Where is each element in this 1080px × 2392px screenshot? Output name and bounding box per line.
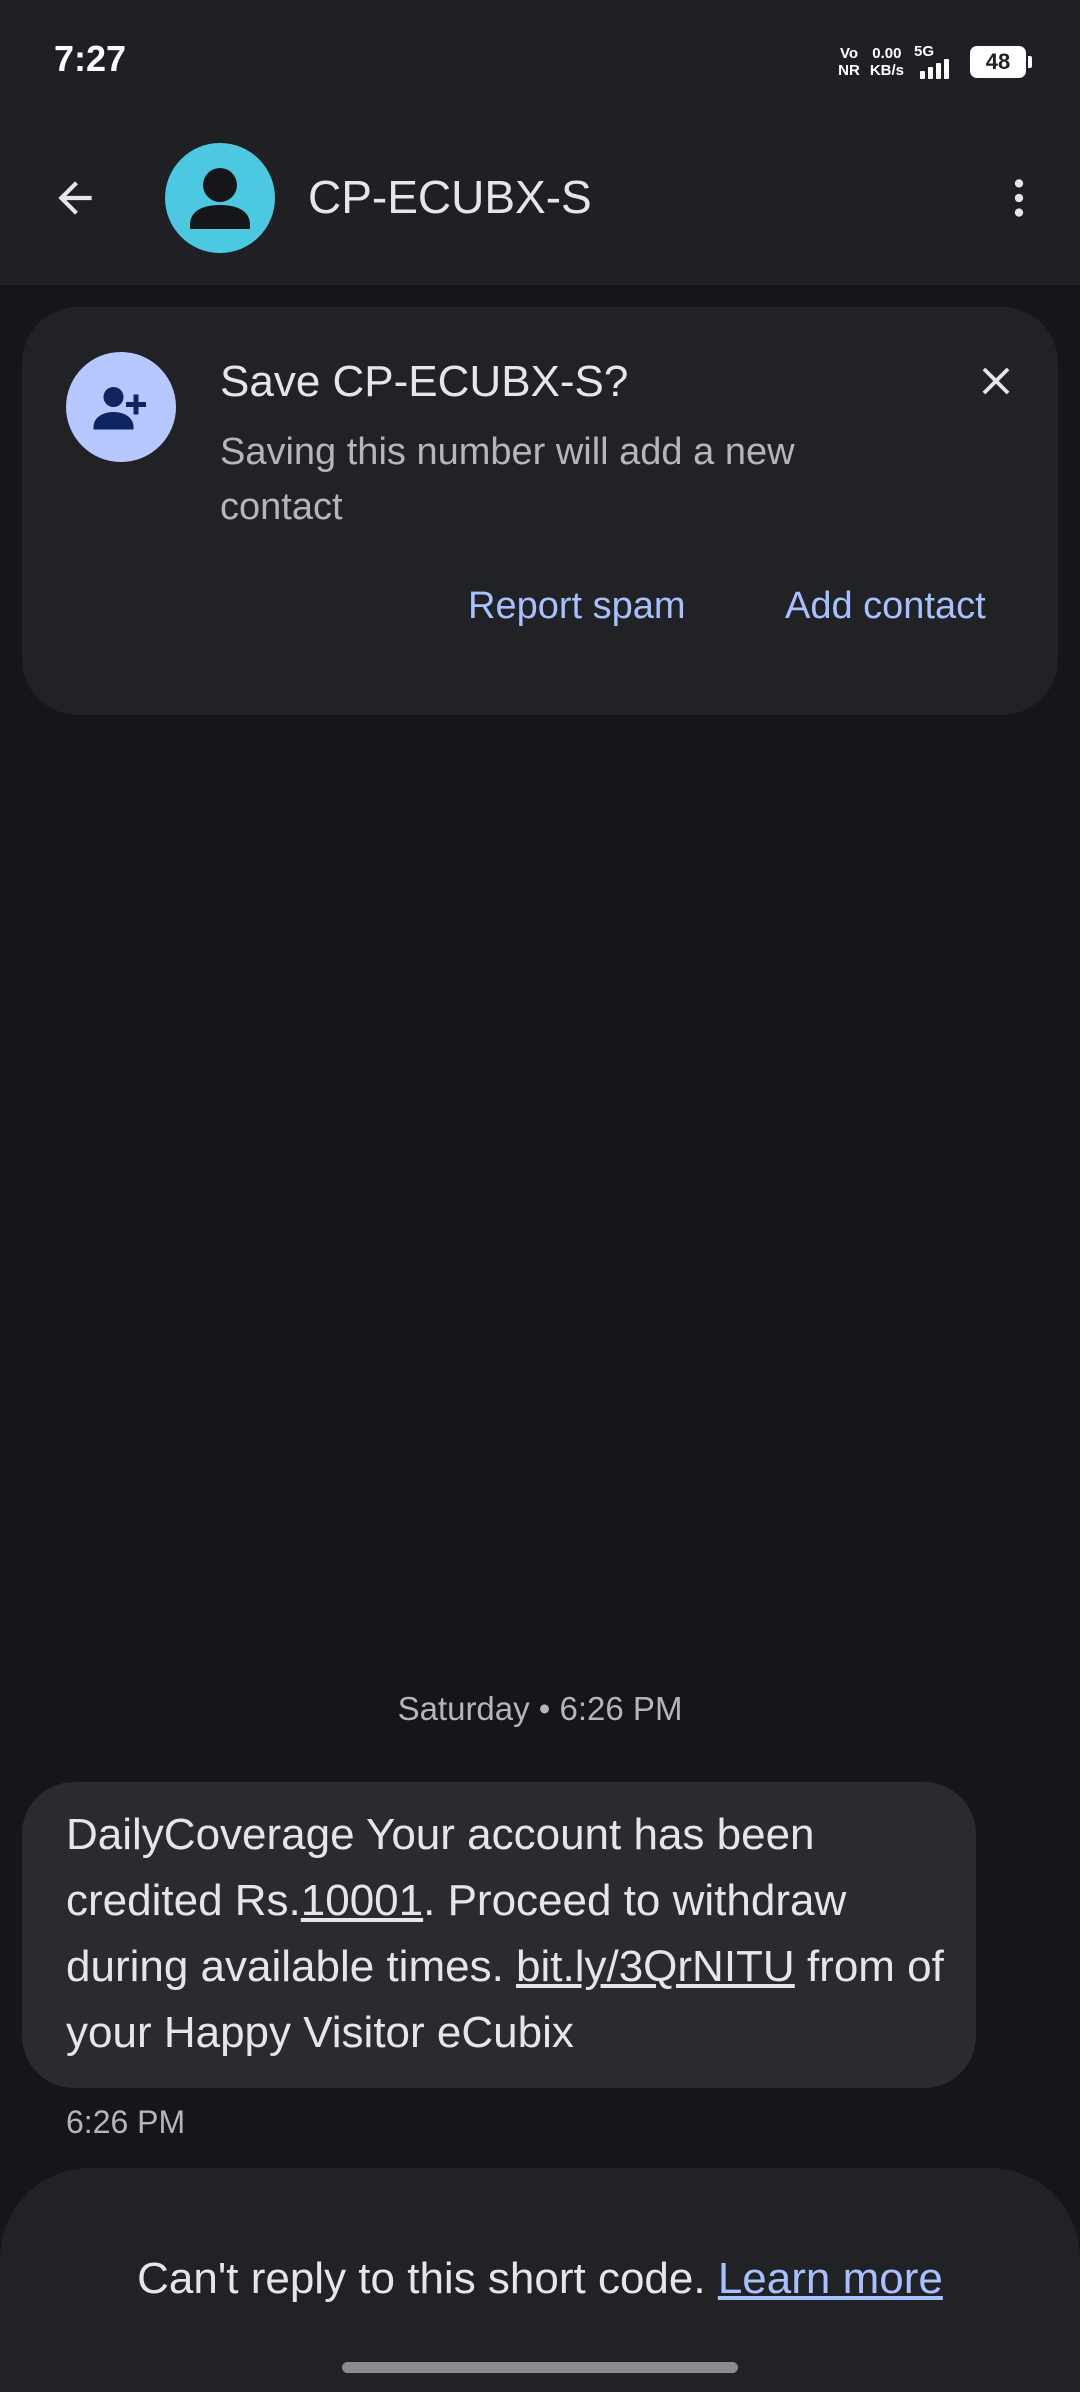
more-options-button[interactable] xyxy=(984,163,1054,233)
volte-indicator: Vo NR xyxy=(838,45,860,79)
battery-level: 48 xyxy=(985,49,1011,74)
contact-avatar[interactable] xyxy=(165,143,275,253)
home-indicator[interactable] xyxy=(342,2362,738,2373)
network-speed: 0.00 KB/s xyxy=(870,45,904,79)
battery-icon: 48 xyxy=(970,46,1032,78)
save-contact-description: Saving this number will add a new contac… xyxy=(220,431,795,528)
signal-label: 5G xyxy=(914,43,935,60)
status-icons: Vo NR 0.00 KB/s 5G 48 xyxy=(838,42,1032,82)
volte-top: Vo xyxy=(839,45,858,62)
amount-link[interactable]: 10001 xyxy=(301,1876,423,1925)
save-contact-card: Save CP-ECUBX-S? Saving this number will… xyxy=(22,307,1058,715)
url-link[interactable]: bit.ly/3QrNITU xyxy=(516,1942,795,1991)
save-contact-title: Save CP-ECUBX-S? xyxy=(220,357,629,406)
report-spam-button[interactable]: Report spam xyxy=(468,585,686,628)
dismiss-card-button[interactable] xyxy=(968,353,1024,409)
reply-disabled-text: Can't reply to this short code. xyxy=(137,2254,718,2303)
reply-disabled-notice: Can't reply to this short code. Learn mo… xyxy=(0,2254,1080,2304)
arrow-left-icon xyxy=(58,181,92,215)
add-contact-button[interactable]: Add contact xyxy=(785,585,986,628)
back-button[interactable] xyxy=(40,163,110,233)
volte-bottom: NR xyxy=(838,62,860,79)
date-separator: Saturday • 6:26 PM xyxy=(397,1690,683,1727)
network-speed-value: 0.00 xyxy=(872,45,902,62)
app-bar: CP-ECUBX-S xyxy=(0,120,1080,285)
reply-disabled-footer: Can't reply to this short code. Learn mo… xyxy=(0,2168,1080,2392)
learn-more-link[interactable]: Learn more xyxy=(718,2254,943,2303)
network-speed-unit: KB/s xyxy=(869,62,904,79)
message-timestamp: 6:26 PM xyxy=(66,2104,186,2140)
signal-icon: 5G xyxy=(914,43,960,81)
message-bubble[interactable]: DailyCoverage Your account has been cred… xyxy=(22,1782,976,2088)
status-time: 7:27 xyxy=(54,38,127,79)
message-text: DailyCoverage Your account has been cred… xyxy=(66,1802,956,2066)
person-add-icon xyxy=(66,352,176,462)
conversation-title: CP-ECUBX-S xyxy=(308,171,592,223)
close-icon xyxy=(982,367,1010,395)
person-icon xyxy=(190,168,250,229)
status-bar: 7:27 Vo NR 0.00 KB/s 5G 48 xyxy=(0,0,1080,120)
more-vert-icon xyxy=(1014,179,1024,217)
